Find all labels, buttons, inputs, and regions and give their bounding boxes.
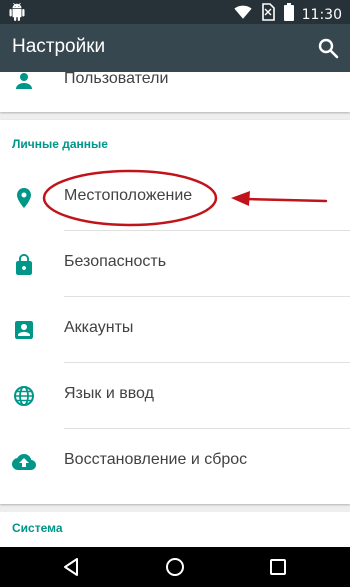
cloud-upload-icon	[12, 450, 36, 474]
settings-item-label: Восстановление и сброс	[64, 451, 248, 468]
section-header-personal: Личные данные	[12, 137, 108, 151]
settings-item-location[interactable]: Местоположение	[0, 165, 350, 231]
lock-icon	[12, 252, 36, 276]
location-pin-icon	[12, 186, 36, 210]
system-card: Система	[0, 512, 350, 547]
personal-data-card: Личные данные Местоположение Безопасност…	[0, 120, 350, 504]
settings-item-security[interactable]: Безопасность	[0, 231, 350, 297]
navigation-bar	[0, 547, 350, 587]
account-box-icon	[12, 318, 36, 342]
settings-item-backup-reset[interactable]: Восстановление и сброс	[0, 429, 350, 495]
search-button[interactable]	[316, 36, 340, 60]
page-title: Настройки	[12, 36, 106, 57]
person-icon	[12, 72, 36, 93]
section-header-system: Система	[12, 521, 63, 535]
settings-item-label: Пользователи	[64, 72, 169, 87]
recents-icon	[270, 559, 286, 575]
android-notification-icon	[8, 3, 26, 26]
settings-item-label: Язык и ввод	[64, 385, 154, 402]
settings-item-users[interactable]: Пользователи	[0, 72, 350, 114]
settings-item-label: Местоположение	[64, 187, 193, 204]
recents-button[interactable]	[266, 555, 290, 579]
globe-icon	[12, 384, 36, 408]
back-icon	[64, 558, 78, 576]
home-button[interactable]	[163, 555, 187, 579]
back-button[interactable]	[59, 555, 83, 579]
home-icon	[166, 558, 184, 576]
status-bar: 11:30	[0, 0, 350, 24]
no-sim-icon	[260, 3, 276, 26]
status-time: 11:30	[301, 6, 342, 23]
settings-item-language[interactable]: Язык и ввод	[0, 363, 350, 429]
settings-item-label: Аккаунты	[64, 319, 134, 336]
users-card: Пользователи	[0, 72, 350, 112]
battery-icon	[283, 3, 294, 26]
settings-item-label: Безопасность	[64, 253, 167, 270]
search-icon	[318, 38, 339, 59]
app-bar: Настройки	[0, 24, 350, 72]
settings-item-accounts[interactable]: Аккаунты	[0, 297, 350, 363]
wifi-icon	[234, 3, 252, 26]
settings-list[interactable]: Пользователи Личные данные Местоположени…	[0, 72, 350, 547]
